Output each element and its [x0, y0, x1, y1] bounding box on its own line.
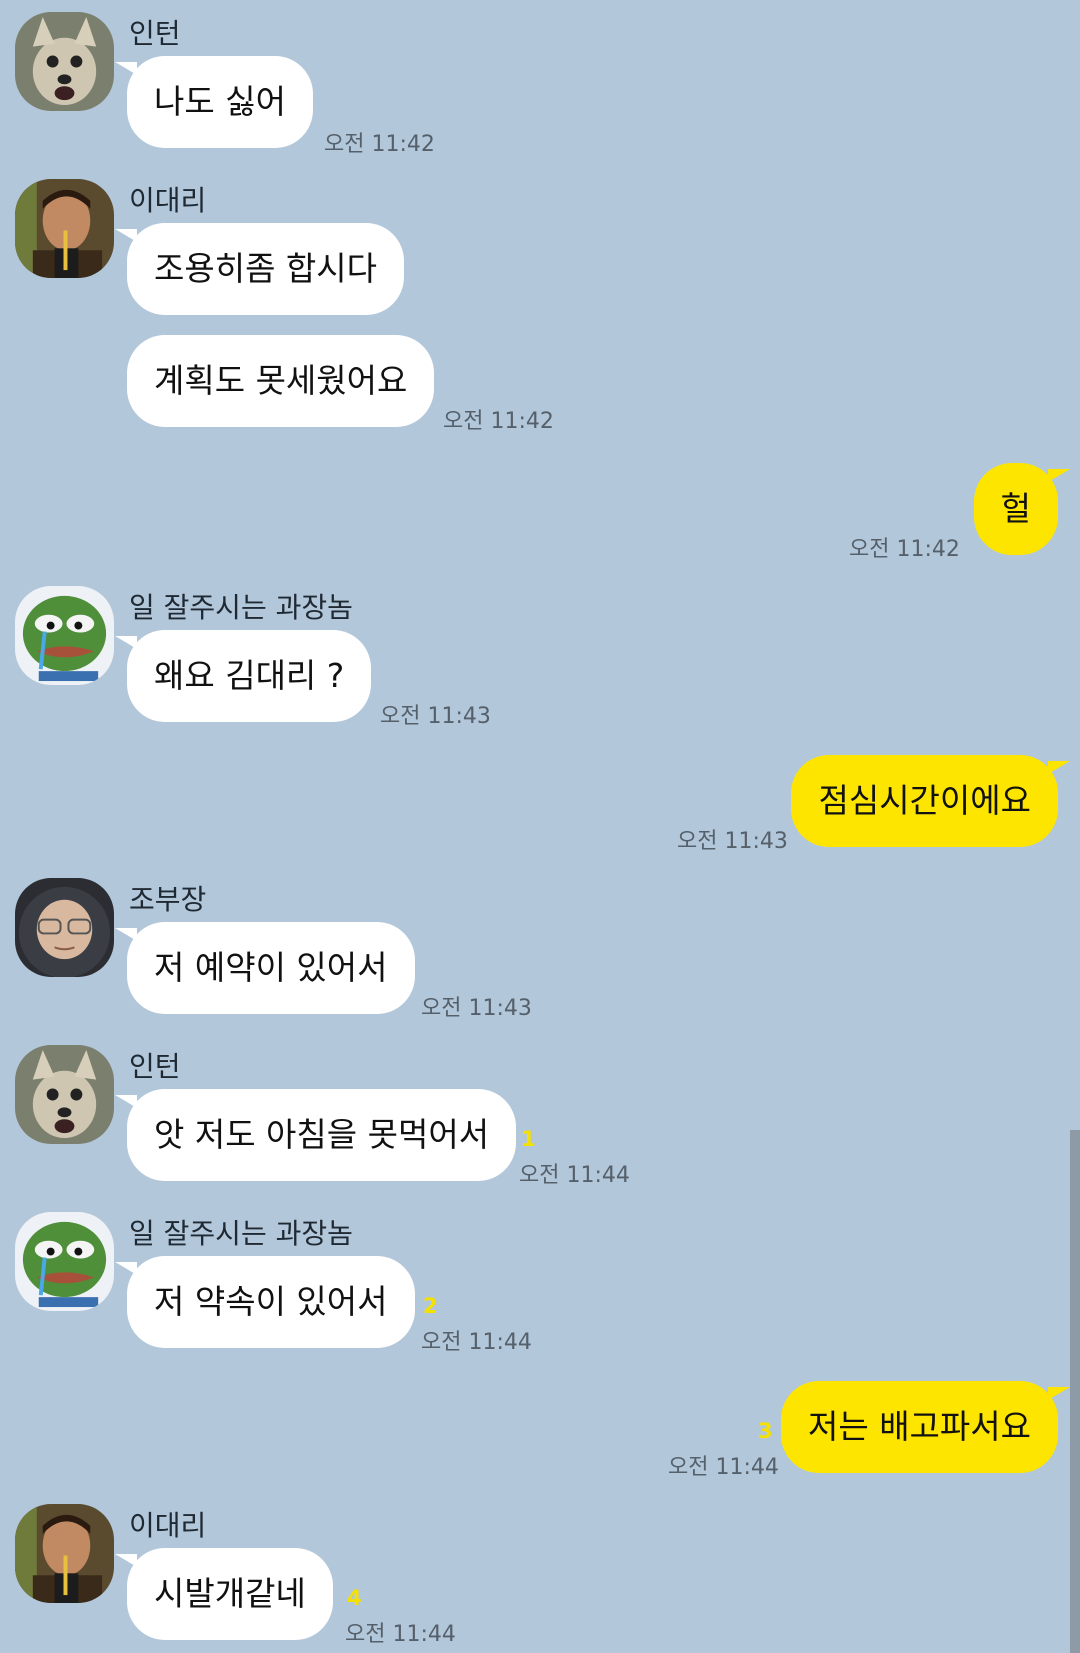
sender-name-intern: 인턴	[129, 17, 181, 50]
unread-count: 4	[347, 1586, 362, 1610]
lee-avatar[interactable]	[15, 1504, 114, 1603]
message-time: 오전 11:43	[677, 829, 788, 854]
manager-avatar[interactable]	[15, 586, 114, 685]
my-message-bubble[interactable]: 점심시간이에요	[791, 755, 1070, 847]
jo-avatar[interactable]	[15, 878, 114, 977]
unread-count: 1	[521, 1127, 536, 1151]
lee-avatar[interactable]	[15, 179, 114, 278]
message-text: 헐	[1000, 489, 1031, 528]
unread-count: 3	[758, 1419, 773, 1443]
message-time: 오전 11:42	[443, 409, 554, 434]
message-text: 나도 싫어	[154, 82, 286, 121]
message-time: 오전 11:44	[668, 1455, 779, 1480]
message-bubble[interactable]: 조용히좀 합시다	[115, 223, 405, 315]
message-text: 저 약속이 있어서	[154, 1282, 388, 1321]
bubble-tail	[1048, 469, 1070, 482]
bubble-tail	[115, 636, 137, 649]
sender-name-lee: 이대리	[129, 184, 207, 217]
bubble-tail	[115, 1262, 137, 1275]
message-time: 오전 11:42	[849, 537, 960, 562]
message-time: 오전 11:43	[421, 996, 532, 1021]
unread-count: 2	[423, 1294, 438, 1318]
message-time: 오전 11:44	[345, 1622, 456, 1647]
sender-name-intern: 인턴	[129, 1050, 181, 1083]
chihuahua-avatar-icon	[15, 1045, 114, 1144]
message-bubble[interactable]: 시발개같네	[115, 1548, 333, 1640]
message-time: 오전 11:44	[519, 1163, 630, 1188]
sad-frog-avatar-icon	[15, 1212, 114, 1311]
sender-name-manager: 일 잘주시는 과장놈	[129, 1217, 353, 1250]
intern-avatar[interactable]	[15, 1045, 114, 1144]
bubble-tail	[1048, 761, 1070, 774]
message-time: 오전 11:43	[380, 704, 491, 729]
message-text: 저는 배고파서요	[807, 1407, 1031, 1446]
sad-frog-avatar-icon	[15, 586, 114, 685]
chihuahua-avatar-icon	[15, 12, 114, 111]
sender-name-manager: 일 잘주시는 과장놈	[129, 591, 353, 624]
message-bubble[interactable]: 계획도 못세웠어요	[127, 335, 435, 427]
message-bubble[interactable]: 저 약속이 있어서	[115, 1256, 415, 1348]
manager-avatar[interactable]	[15, 1212, 114, 1311]
message-text: 조용히좀 합시다	[154, 249, 378, 288]
message-time: 오전 11:44	[421, 1330, 532, 1355]
bubble-tail	[115, 1095, 137, 1108]
message-time: 오전 11:42	[324, 132, 435, 157]
message-bubble[interactable]: 나도 싫어	[115, 56, 313, 148]
man-avatar-icon	[15, 1504, 114, 1603]
my-message-bubble[interactable]: 저는 배고파서요	[780, 1381, 1070, 1473]
intern-avatar[interactable]	[15, 12, 114, 111]
sender-name-lee: 이대리	[129, 1509, 207, 1542]
message-text: 시발개같네	[154, 1574, 306, 1613]
bubble-tail	[115, 229, 137, 242]
my-message-bubble[interactable]: 헐	[973, 463, 1070, 555]
sender-name-jo: 조부장	[129, 883, 207, 916]
message-text: 저 예약이 있어서	[154, 948, 388, 987]
message-bubble[interactable]: 저 예약이 있어서	[115, 922, 415, 1014]
bubble-tail	[115, 62, 137, 75]
message-text: 왜요 김대리 ?	[154, 656, 345, 695]
message-text: 점심시간이에요	[818, 781, 1031, 820]
scrollbar[interactable]	[1070, 1130, 1080, 1653]
hooded-person-avatar-icon	[15, 878, 114, 977]
bubble-tail	[115, 928, 137, 941]
man-avatar-icon	[15, 179, 114, 278]
message-text: 계획도 못세웠어요	[154, 361, 408, 400]
message-bubble[interactable]: 앗 저도 아침을 못먹어서	[115, 1089, 517, 1181]
bubble-tail	[115, 1554, 137, 1567]
message-bubble[interactable]: 왜요 김대리 ?	[115, 630, 372, 722]
message-text: 앗 저도 아침을 못먹어서	[154, 1115, 490, 1154]
bubble-tail	[1048, 1387, 1070, 1400]
